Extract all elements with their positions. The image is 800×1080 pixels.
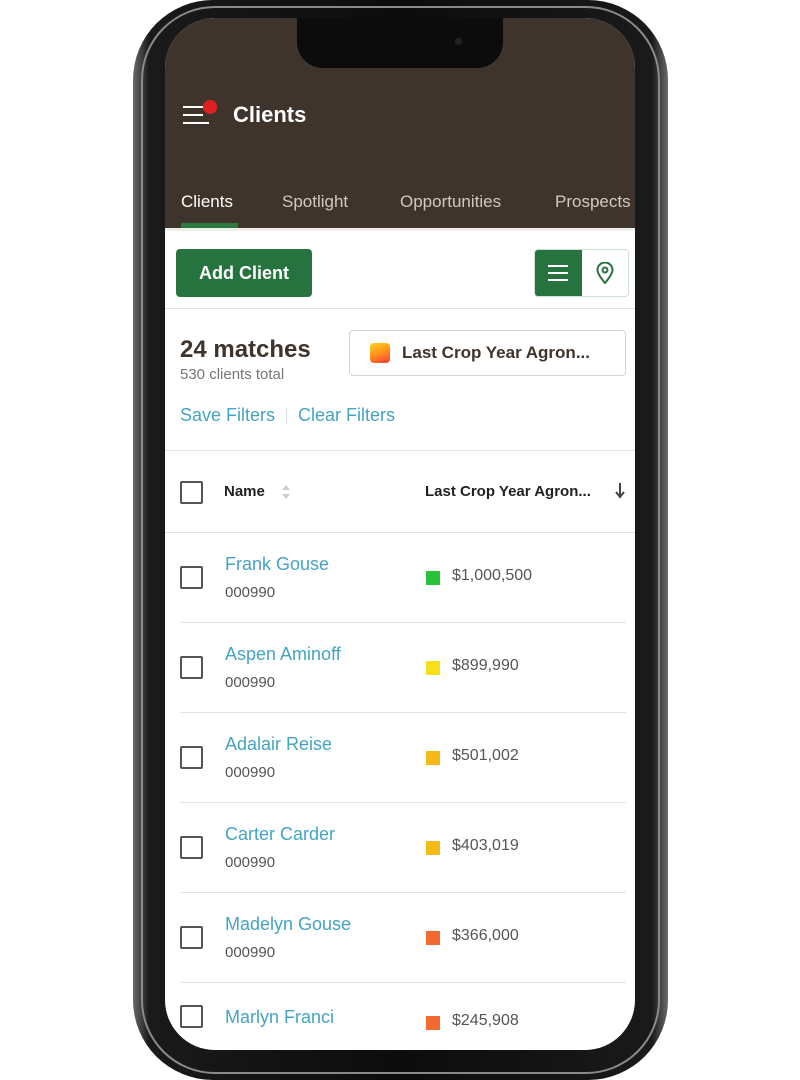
list-view-button[interactable]: [535, 250, 582, 296]
client-code: 000990: [225, 674, 276, 691]
gradient-legend-icon: [370, 343, 390, 363]
client-value: $501,002: [452, 747, 519, 764]
screen: Clients Clients Spotlight Opportunities …: [165, 18, 635, 1050]
sort-descending-icon[interactable]: [615, 483, 625, 499]
value-color-indicator: [426, 661, 440, 675]
client-value: $899,990: [452, 657, 519, 674]
table-row[interactable]: Madelyn Gouse 000990 $366,000: [180, 893, 626, 983]
table-header: Name Last Crop Year Agron...: [165, 450, 635, 533]
client-name-link[interactable]: Aspen Aminoff: [225, 644, 341, 665]
select-all-checkbox[interactable]: [180, 481, 203, 504]
notification-dot: [203, 100, 217, 114]
match-count: 24 matches: [180, 336, 311, 363]
divider: [286, 407, 288, 424]
table-row[interactable]: Marlyn Franci $245,908: [180, 983, 626, 1050]
value-column-header[interactable]: Last Crop Year Agron...: [425, 483, 591, 500]
client-value: $366,000: [452, 927, 519, 944]
tab-clients[interactable]: Clients: [181, 192, 233, 212]
table-row[interactable]: Aspen Aminoff 000990 $899,990: [180, 623, 626, 713]
clear-filters-link[interactable]: Clear Filters: [298, 405, 395, 426]
client-value: $1,000,500: [452, 567, 533, 584]
value-color-indicator: [426, 1016, 440, 1030]
table-row[interactable]: Frank Gouse 000990 $1,000,500: [180, 533, 626, 623]
add-client-button[interactable]: Add Client: [176, 249, 312, 297]
table-row[interactable]: Adalair Reise 000990 $501,002: [180, 713, 626, 803]
value-color-indicator: [426, 571, 440, 585]
table-row[interactable]: Carter Carder 000990 $403,019: [180, 803, 626, 893]
notch: [297, 18, 503, 68]
row-checkbox[interactable]: [180, 926, 203, 949]
tab-opportunities[interactable]: Opportunities: [400, 192, 501, 212]
value-color-indicator: [426, 931, 440, 945]
row-checkbox[interactable]: [180, 836, 203, 859]
tab-prospects[interactable]: Prospects: [555, 192, 631, 212]
camera: [455, 38, 462, 45]
total-count: 530 clients total: [180, 366, 285, 383]
map-pin-icon: [596, 262, 614, 284]
client-code: 000990: [225, 584, 276, 601]
client-code: 000990: [225, 854, 276, 871]
value-color-indicator: [426, 751, 440, 765]
client-name-link[interactable]: Madelyn Gouse: [225, 914, 351, 935]
filter-label: Last Crop Year Agron...: [402, 343, 590, 362]
client-code: 000990: [225, 944, 276, 961]
client-value: $245,908: [452, 1012, 519, 1029]
metric-filter-button[interactable]: Last Crop Year Agron...: [349, 330, 626, 376]
row-checkbox[interactable]: [180, 746, 203, 769]
save-filters-link[interactable]: Save Filters: [180, 405, 275, 426]
name-column-header[interactable]: Name: [224, 483, 265, 500]
row-checkbox[interactable]: [180, 656, 203, 679]
toolbar: Add Client: [165, 228, 635, 309]
page-title: Clients: [233, 102, 307, 127]
list-icon: [548, 265, 569, 281]
map-view-button[interactable]: [582, 250, 629, 296]
sort-icon[interactable]: [281, 484, 291, 500]
tab-spotlight[interactable]: Spotlight: [282, 192, 348, 212]
client-name-link[interactable]: Adalair Reise: [225, 734, 332, 755]
client-value: $403,019: [452, 837, 519, 854]
value-color-indicator: [426, 841, 440, 855]
row-checkbox[interactable]: [180, 1005, 203, 1028]
view-toggle: [534, 249, 629, 297]
filter-links: Save Filters Clear Filters: [180, 405, 395, 426]
client-name-link[interactable]: Marlyn Franci: [225, 1007, 334, 1028]
row-checkbox[interactable]: [180, 566, 203, 589]
client-name-link[interactable]: Carter Carder: [225, 824, 335, 845]
client-name-link[interactable]: Frank Gouse: [225, 554, 329, 575]
results-summary: 24 matches 530 clients total: [180, 336, 311, 383]
client-code: 000990: [225, 764, 276, 781]
